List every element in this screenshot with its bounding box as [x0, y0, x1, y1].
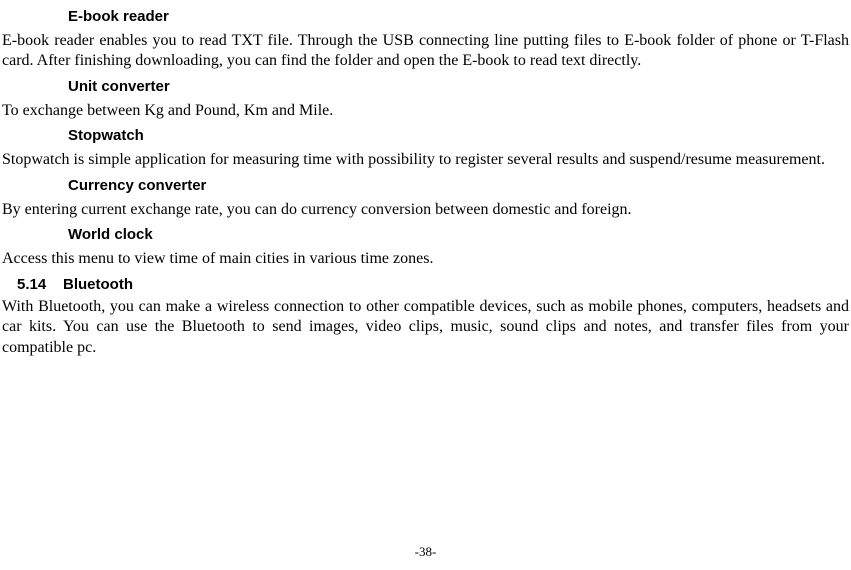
heading-ebook-reader: E-book reader	[68, 8, 849, 25]
heading-bluetooth: 5.14Bluetooth	[17, 276, 849, 293]
body-currency-converter: By entering current exchange rate, you c…	[2, 200, 849, 220]
body-bluetooth: With Bluetooth, you can make a wireless …	[2, 297, 849, 358]
body-unit-converter: To exchange between Kg and Pound, Km and…	[2, 101, 849, 121]
body-ebook-reader: E-book reader enables you to read TXT fi…	[2, 31, 849, 72]
heading-currency-converter: Currency converter	[68, 177, 849, 194]
page-number: -38-	[0, 544, 851, 560]
body-world-clock: Access this menu to view time of main ci…	[2, 249, 849, 269]
heading-world-clock: World clock	[68, 226, 849, 243]
section-number: 5.14	[17, 276, 63, 293]
section-title: Bluetooth	[63, 276, 133, 293]
body-stopwatch: Stopwatch is simple application for meas…	[2, 150, 849, 170]
heading-unit-converter: Unit converter	[68, 78, 849, 95]
heading-stopwatch: Stopwatch	[68, 127, 849, 144]
